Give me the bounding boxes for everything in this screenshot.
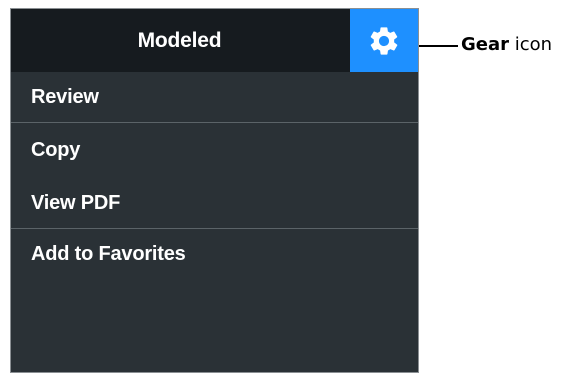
gear-button[interactable] <box>350 9 418 72</box>
settings-menu: Modeled Review Copy View PDF Add to Favo… <box>10 8 419 373</box>
gear-icon-callout: Gear icon <box>461 32 552 58</box>
menu-header: Modeled <box>11 9 418 72</box>
callout-bold-text: Gear <box>461 34 510 55</box>
menu-item-view-pdf[interactable]: View PDF <box>11 178 418 228</box>
callout-regular-text: icon <box>509 34 553 55</box>
menu-title: Modeled <box>137 29 222 52</box>
menu-items: Review Copy View PDF Add to Favorites <box>11 72 418 280</box>
menu-item-add-to-favorites[interactable]: Add to Favorites <box>11 229 418 280</box>
menu-item-review[interactable]: Review <box>11 72 418 122</box>
menu-item-copy[interactable]: Copy <box>11 123 418 178</box>
screenshot-stage: Modeled Review Copy View PDF Add to Favo… <box>0 0 586 379</box>
callout-line <box>419 45 458 47</box>
gear-icon <box>367 24 401 58</box>
